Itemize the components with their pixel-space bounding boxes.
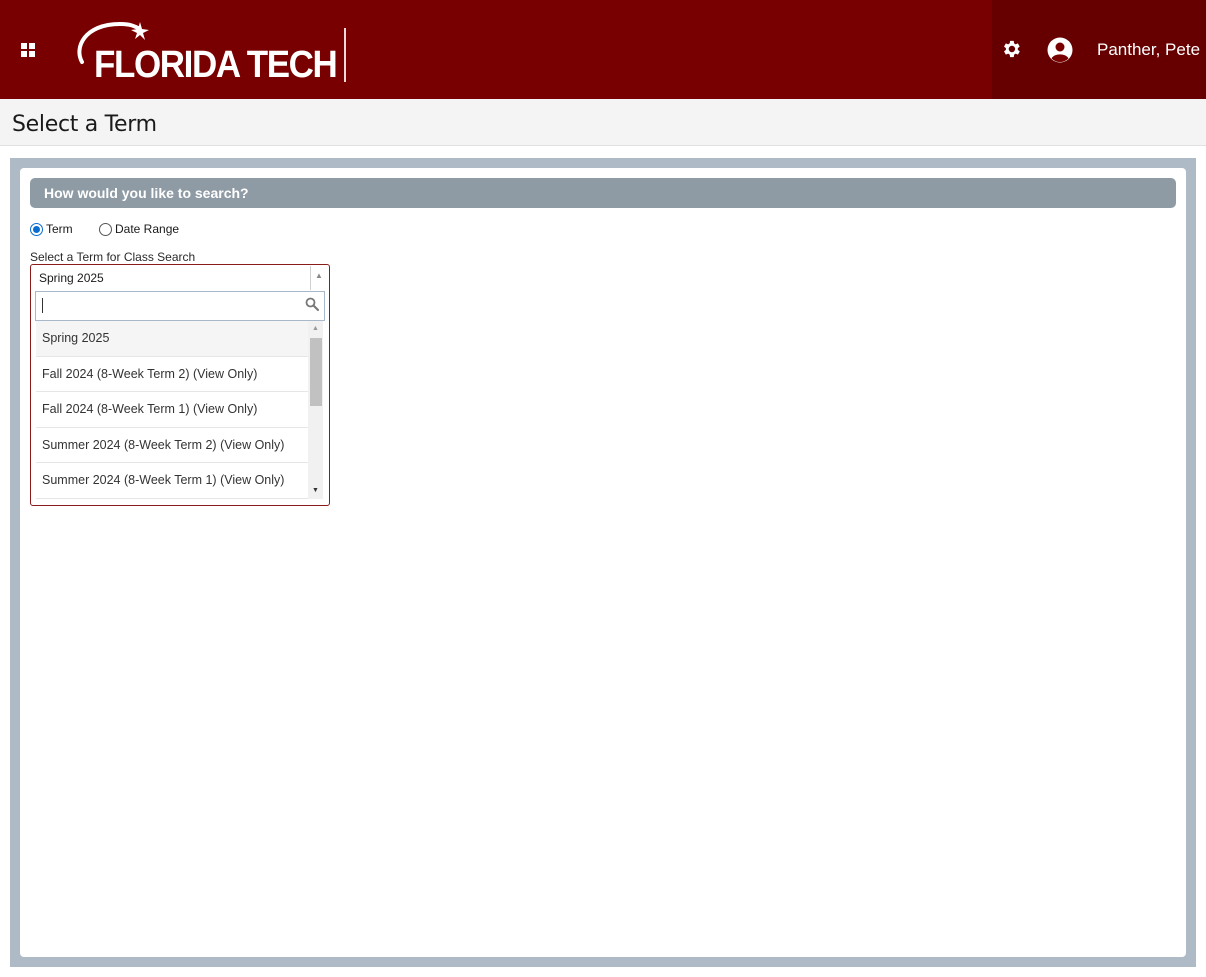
term-option[interactable]: Fall 2024 (8-Week Term 1) (View Only) (36, 392, 308, 428)
date-range-radio-label[interactable]: Date Range (115, 222, 179, 236)
app-menu-grid-icon[interactable] (21, 43, 35, 57)
text-caret (42, 298, 43, 313)
term-option[interactable]: Summer 2024 (8-Week Term 1) (View Only) (36, 463, 308, 499)
term-radio-label[interactable]: Term (46, 222, 73, 236)
term-options-list: Spring 2025 Fall 2024 (8-Week Term 2) (V… (36, 321, 308, 499)
term-field-label: Select a Term for Class Search (30, 250, 196, 264)
scroll-up-arrow-icon[interactable]: ▲ (312, 325, 319, 332)
scrollbar-thumb[interactable] (310, 338, 322, 406)
date-range-radio[interactable] (99, 223, 112, 236)
select-separator (310, 266, 311, 290)
chevron-up-icon[interactable]: ▲ (315, 271, 323, 280)
brand-wordmark: FLORIDA TECH (94, 44, 338, 86)
gear-icon[interactable] (1000, 38, 1022, 60)
term-search-input[interactable] (35, 291, 325, 321)
term-radio[interactable] (30, 223, 43, 236)
term-select-value[interactable]: Spring 2025 (39, 271, 104, 285)
scroll-down-arrow-icon[interactable]: ▼ (312, 487, 319, 494)
search-icon (305, 297, 319, 311)
term-option[interactable]: Summer 2024 (8-Week Term 2) (View Only) (36, 428, 308, 463)
user-avatar-icon[interactable] (1046, 36, 1074, 64)
user-name[interactable]: Panther, Pete (1097, 40, 1200, 60)
term-option[interactable]: Spring 2025 (36, 321, 308, 357)
florida-tech-logo[interactable]: FLORIDA TECH (72, 18, 338, 88)
section-title: How would you like to search? (44, 185, 249, 201)
page-title: Select a Term (12, 112, 157, 137)
title-bar (0, 99, 1206, 146)
header-divider (344, 28, 346, 82)
term-option[interactable]: Fall 2024 (8-Week Term 2) (View Only) (36, 357, 308, 392)
